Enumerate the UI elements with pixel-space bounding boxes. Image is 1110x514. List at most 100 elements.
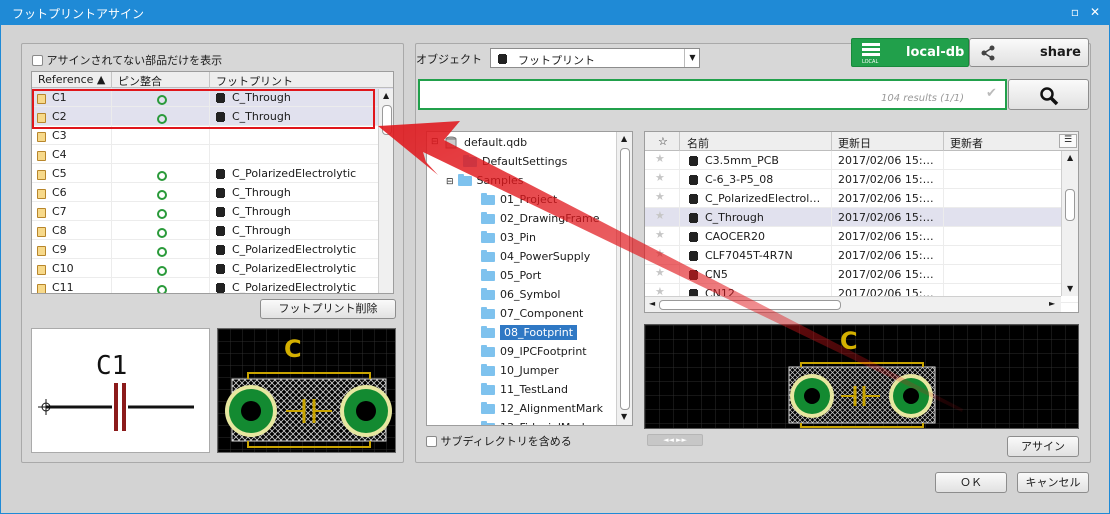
parts-table-row[interactable]: C8 C_Through (32, 221, 393, 240)
tree-item-02_drawingframe[interactable]: 02_DrawingFrame (481, 212, 600, 225)
column-pin-match[interactable]: ピン整合 (118, 73, 162, 89)
favorite-star-icon[interactable]: ★ (655, 247, 665, 260)
unassigned-only-checkbox[interactable]: アサインされてない部品だけを表示 (32, 52, 222, 68)
footprint-list-row[interactable]: ★ CN5 2017/02/06 15:… (645, 265, 1078, 284)
parts-table-row[interactable]: C7 C_Through (32, 202, 393, 221)
folder-icon (481, 421, 495, 425)
footprint-list-row[interactable]: ★ C-6_3-P5_08 2017/02/06 15:… (645, 170, 1078, 189)
footprint-list-row[interactable]: ★ C3.5mm_PCB 2017/02/06 15:… (645, 151, 1078, 170)
part-footprint: C_Through (232, 205, 291, 218)
column-reference[interactable]: Reference ▲ (38, 73, 105, 86)
parts-table-row[interactable]: C11 C_PolarizedElectrolytic (32, 278, 393, 294)
tree-item-label: 05_Port (500, 269, 542, 282)
expand-icon[interactable]: ⊟ (446, 177, 454, 187)
object-select-value: フットプリント (518, 54, 595, 67)
capacitor-symbol (38, 383, 194, 431)
tree-item-13_fiducialmark[interactable]: 13_FiducialMark (481, 421, 588, 425)
tree-item-07_component[interactable]: 07_Component (481, 307, 583, 320)
favorite-star-icon[interactable]: ★ (655, 228, 665, 241)
footprint-graphic (218, 329, 395, 452)
search-input[interactable]: 104 results (1/1) ✔ (418, 79, 1007, 110)
tree-item-06_symbol[interactable]: 06_Symbol (481, 288, 560, 301)
scroll-up-icon[interactable]: ▲ (621, 134, 627, 143)
object-select[interactable]: フットプリント ▼ (490, 48, 700, 68)
folder-icon (457, 174, 472, 186)
favorite-star-icon[interactable]: ★ (655, 266, 665, 279)
share-button[interactable]: share (969, 38, 1089, 67)
checkbox-box[interactable] (32, 54, 43, 66)
maximize-icon[interactable]: ▫ (1067, 4, 1083, 20)
list-vscrollbar[interactable]: ▲ ▼ (1061, 151, 1078, 296)
tree-item-11_testland[interactable]: 11_TestLand (481, 383, 568, 396)
favorite-star-icon[interactable]: ★ (655, 152, 665, 165)
footprint-preview-small: C (217, 328, 396, 453)
folder-icon (463, 155, 477, 167)
part-reference: C11 (52, 281, 74, 294)
tree-item-05_port[interactable]: 05_Port (481, 269, 541, 282)
tree-item-12_alignmentmark[interactable]: 12_AlignmentMark (481, 402, 603, 415)
parts-table-row[interactable]: C4 (32, 145, 393, 164)
part-reference: C4 (52, 148, 67, 161)
checkbox-box[interactable] (426, 435, 437, 447)
scroll-down-icon[interactable]: ▼ (621, 412, 627, 421)
scroll-right-icon[interactable]: ► (1049, 299, 1055, 308)
column-settings-icon[interactable]: ☰ (1059, 134, 1077, 148)
cancel-button[interactable]: キャンセル (1017, 472, 1089, 493)
column-updated[interactable]: 更新日 (838, 135, 871, 151)
scroll-down-icon[interactable]: ▼ (1067, 284, 1073, 293)
tree-item-samples[interactable]: ⊟ Samples (446, 174, 524, 187)
column-favorite[interactable]: ☆ (658, 135, 668, 148)
folder-icon (481, 307, 495, 319)
parts-table-row[interactable]: C10 C_PolarizedElectrolytic (32, 259, 393, 278)
scroll-thumb[interactable] (620, 148, 630, 410)
list-hscrollbar[interactable]: ◄ ► (645, 296, 1061, 312)
scroll-thumb[interactable] (382, 105, 392, 135)
tree-item-04_powersupply[interactable]: 04_PowerSupply (481, 250, 590, 263)
delete-footprint-button[interactable]: フットプリント削除 (260, 299, 396, 319)
parts-table-row[interactable]: C9 C_PolarizedElectrolytic (32, 240, 393, 259)
favorite-star-icon[interactable]: ★ (655, 171, 665, 184)
include-subdir-checkbox[interactable]: サブディレクトリを含める (426, 433, 572, 449)
tree-item-09_ipcfootprint[interactable]: 09_IPCFootprint (481, 345, 587, 358)
close-icon[interactable]: ✕ (1087, 4, 1103, 20)
part-reference: C8 (52, 224, 67, 237)
ok-button[interactable]: ＯＫ (935, 472, 1007, 493)
tree-item-03_pin[interactable]: 03_Pin (481, 231, 536, 244)
scroll-left-icon[interactable]: ◄ (649, 299, 655, 308)
local-db-button[interactable]: LOCAL local-db (851, 38, 969, 67)
part-footprint: C_PolarizedElectrolytic (232, 243, 357, 256)
selection-highlight-box (32, 89, 375, 129)
chevron-down-icon[interactable]: ▼ (684, 49, 700, 67)
column-updated-by[interactable]: 更新者 (950, 135, 983, 151)
col-divider (831, 132, 832, 151)
tree-item-label: 04_PowerSupply (500, 250, 591, 263)
search-button[interactable] (1008, 79, 1089, 110)
tree-item-01_project[interactable]: 01_Project (481, 193, 557, 206)
tree-item-08_footprint[interactable]: 08_Footprint (481, 325, 578, 340)
column-name[interactable]: 名前 (687, 135, 709, 151)
parts-table-row[interactable]: C5 C_PolarizedElectrolytic (32, 164, 393, 183)
assign-button[interactable]: アサイン (1007, 436, 1079, 457)
footprint-list-row[interactable]: ★ CAOCER20 2017/02/06 15:… (645, 227, 1078, 246)
tree-item-10_jumper[interactable]: 10_Jumper (481, 364, 559, 377)
footprint-list-row[interactable]: ★ C_Through 2017/02/06 15:… (645, 208, 1078, 227)
folder-icon (481, 231, 495, 243)
local-db-label: local-db (906, 45, 965, 60)
part-footprint: C_PolarizedElectrolytic (232, 281, 357, 294)
scroll-thumb[interactable] (659, 300, 841, 310)
tree-item-defaultsettings[interactable]: DefaultSettings (463, 155, 567, 168)
tree-item-label: 01_Project (500, 193, 558, 206)
favorite-star-icon[interactable]: ★ (655, 209, 665, 222)
parts-table-row[interactable]: C6 C_Through (32, 183, 393, 202)
column-footprint[interactable]: フットプリント (216, 73, 293, 89)
page-nav-buttons[interactable]: ◄◄ ►► (647, 434, 703, 446)
footprint-list-row[interactable]: ★ CLF7045T-4R7N 2017/02/06 15:… (645, 246, 1078, 265)
footprint-list-row[interactable]: ★ C_PolarizedElectrol… 2017/02/06 15:… (645, 189, 1078, 208)
folder-icon (481, 383, 495, 395)
parts-table-scrollbar[interactable]: ▲ (378, 89, 393, 293)
scroll-thumb[interactable] (1065, 189, 1075, 221)
favorite-star-icon[interactable]: ★ (655, 190, 665, 203)
scroll-up-icon[interactable]: ▲ (383, 91, 389, 100)
scroll-up-icon[interactable]: ▲ (1067, 153, 1073, 162)
tree-scrollbar[interactable]: ▲ ▼ (616, 132, 632, 425)
